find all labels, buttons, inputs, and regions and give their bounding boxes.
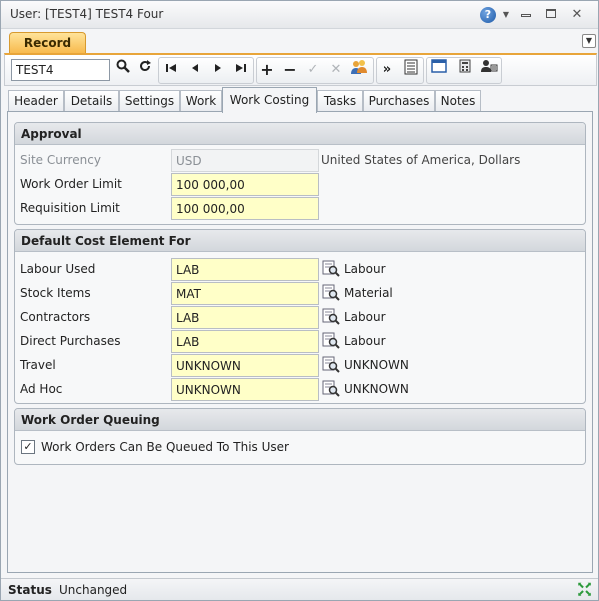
queuing-heading: Work Order Queuing — [15, 409, 585, 431]
cost-element-row: Direct Purchases LAB Labour — [15, 329, 585, 353]
tab-details[interactable]: Details — [64, 90, 119, 112]
cost-element-row: Stock Items MAT Material — [15, 281, 585, 305]
status-bar: Status Unchanged ⬉⬈ ⬋⬊ — [1, 578, 598, 600]
cancel-icon[interactable]: ✕ — [325, 59, 347, 81]
lookup-icon[interactable] — [322, 332, 340, 349]
cost-element-description: Material — [344, 286, 393, 300]
users-icon[interactable] — [348, 59, 370, 81]
status-value: Unchanged — [59, 583, 128, 597]
site-currency-description: United States of America, Dollars — [321, 153, 521, 167]
cost-element-label: Stock Items — [20, 286, 91, 300]
next-record-icon[interactable] — [207, 59, 229, 81]
queue-checkbox-label[interactable]: Work Orders Can Be Queued To This User — [41, 440, 289, 454]
cost-element-label: Contractors — [20, 310, 91, 324]
cost-element-field[interactable]: UNKNOWN — [171, 354, 319, 377]
lookup-icon[interactable] — [322, 380, 340, 397]
cost-element-description: UNKNOWN — [344, 358, 409, 372]
window-title: User: [TEST4] TEST4 Four — [10, 7, 164, 21]
lookup-icon[interactable] — [322, 356, 340, 373]
status-label: Status — [8, 583, 52, 597]
lookup-icon[interactable] — [322, 284, 340, 301]
cost-element-heading: Default Cost Element For — [15, 230, 585, 252]
cost-element-section: Default Cost Element For Labour Used LAB… — [14, 229, 586, 404]
previous-record-icon[interactable] — [184, 59, 206, 81]
cost-element-row: Labour Used LAB Labour — [15, 257, 585, 281]
cost-element-description: UNKNOWN — [344, 382, 409, 396]
work-order-limit-field[interactable]: 100 000,00 — [171, 173, 319, 196]
cost-element-field[interactable]: LAB — [171, 330, 319, 353]
title-bar: User: [TEST4] TEST4 Four ? ▼ ✕ — [1, 1, 598, 29]
cost-element-description: Labour — [344, 334, 386, 348]
list-view-icon[interactable] — [400, 59, 422, 81]
queue-checkbox[interactable]: ✓ — [21, 440, 35, 454]
requisition-limit-label: Requisition Limit — [20, 201, 120, 215]
confirm-icon[interactable]: ✓ — [302, 59, 324, 81]
first-record-icon[interactable] — [160, 59, 182, 81]
help-icon[interactable]: ? — [480, 7, 496, 23]
requisition-limit-field[interactable]: 100 000,00 — [171, 197, 319, 220]
ribbon-tab-record[interactable]: Record — [9, 32, 86, 54]
remove-icon[interactable]: − — [279, 59, 301, 81]
tab-notes[interactable]: Notes — [435, 90, 481, 112]
cost-element-label: Ad Hoc — [20, 382, 63, 396]
cost-element-label: Travel — [20, 358, 56, 372]
cost-element-field[interactable]: LAB — [171, 258, 319, 281]
tab-header[interactable]: Header — [8, 90, 64, 112]
window-icon[interactable] — [428, 59, 450, 81]
approval-section: Approval Site Currency USD United States… — [14, 122, 586, 225]
cost-element-field[interactable]: LAB — [171, 306, 319, 329]
search-icon[interactable] — [112, 59, 134, 81]
work-order-limit-label: Work Order Limit — [20, 177, 122, 191]
user-card-icon[interactable] — [478, 59, 500, 81]
ribbon: Record ▼ — [2, 30, 598, 54]
more-icon[interactable]: » — [376, 59, 398, 81]
site-currency-row: Site Currency USD United States of Ameri… — [15, 148, 585, 172]
queuing-section: Work Order Queuing ✓ Work Orders Can Be … — [14, 408, 586, 465]
tab-purchases[interactable]: Purchases — [363, 90, 435, 112]
tab-tasks[interactable]: Tasks — [317, 90, 363, 112]
help-dropdown-icon[interactable]: ▼ — [501, 6, 511, 24]
lookup-icon[interactable] — [322, 260, 340, 277]
cost-element-label: Labour Used — [20, 262, 96, 276]
work-costing-panel: Approval Site Currency USD United States… — [7, 111, 593, 573]
cost-element-row: Ad Hoc UNKNOWN UNKNOWN — [15, 377, 585, 401]
tab-strip: Header Details Settings Work Work Costin… — [7, 87, 592, 113]
cost-element-description: Labour — [344, 262, 386, 276]
user-window: User: [TEST4] TEST4 Four ? ▼ ✕ Record ▼ — [0, 0, 599, 601]
maximize-icon[interactable] — [544, 6, 558, 24]
cost-element-field[interactable]: UNKNOWN — [171, 378, 319, 401]
close-icon[interactable]: ✕ — [570, 6, 584, 24]
refresh-icon[interactable] — [134, 59, 156, 81]
work-order-limit-row: Work Order Limit 100 000,00 — [15, 172, 585, 196]
cost-element-field[interactable]: MAT — [171, 282, 319, 305]
add-icon[interactable]: + — [256, 59, 278, 81]
tab-settings[interactable]: Settings — [119, 90, 180, 112]
cost-element-row: Contractors LAB Labour — [15, 305, 585, 329]
record-toolbar: + − ✓ ✕ » — [4, 53, 597, 86]
cost-element-description: Labour — [344, 310, 386, 324]
requisition-limit-row: Requisition Limit 100 000,00 — [15, 196, 585, 220]
calculator-icon[interactable] — [454, 59, 476, 81]
lookup-icon[interactable] — [322, 308, 340, 325]
resize-grip-icon[interactable]: ⬉⬈ ⬋⬊ — [577, 582, 595, 599]
cost-element-label: Direct Purchases — [20, 334, 121, 348]
record-search-input[interactable] — [11, 59, 110, 81]
site-currency-label: Site Currency — [20, 153, 101, 167]
tab-work-costing[interactable]: Work Costing — [222, 87, 317, 113]
cost-element-row: Travel UNKNOWN UNKNOWN — [15, 353, 585, 377]
tab-work[interactable]: Work — [180, 90, 222, 112]
last-record-icon[interactable] — [230, 59, 252, 81]
minimize-icon[interactable] — [519, 6, 533, 24]
site-currency-field: USD — [171, 149, 319, 172]
ribbon-collapse-icon[interactable]: ▼ — [582, 34, 596, 48]
approval-heading: Approval — [15, 123, 585, 145]
